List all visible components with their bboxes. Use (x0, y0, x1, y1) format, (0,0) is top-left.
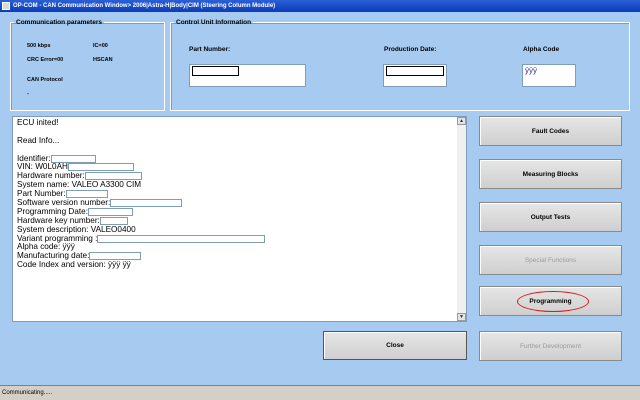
log-line-variant-programming: Variant programming : (17, 234, 457, 244)
crc-error: CRC Error=00 (27, 57, 64, 63)
bus-type: HSCAN (93, 57, 113, 63)
can-protocol: CAN Protocol (27, 77, 63, 83)
baud-rate: 500 kbps (27, 43, 51, 49)
part-number-value-box (192, 66, 239, 76)
log-textarea[interactable]: ECU inited! Read Info... Identifier: VIN… (12, 116, 467, 322)
alpha-code-value: ÿÿÿ (525, 66, 537, 75)
log-line-system-name: System name: VALEO A3300 CIM (17, 180, 142, 190)
status-bar: Communicating..... (0, 385, 640, 400)
part-number-label: Part Number: (189, 46, 231, 53)
control-unit-info-legend: Control Unit Information (176, 19, 252, 26)
scroll-up-icon[interactable]: ▲ (457, 117, 466, 125)
close-button[interactable]: Close (323, 331, 467, 360)
fault-codes-button[interactable]: Fault Codes (479, 116, 622, 146)
log-line-read-info: Read Info... (17, 135, 60, 145)
output-tests-button[interactable]: Output Tests (479, 202, 622, 232)
special-functions-button[interactable]: Special Functions (479, 245, 622, 275)
highlight-ring (517, 291, 589, 312)
programming-button[interactable]: Programming (479, 286, 622, 316)
production-date-label: Production Date: (384, 46, 437, 53)
log-line-ecu-inited: ECU inited! (17, 118, 59, 127)
log-line-identifier: Identifier: (17, 154, 457, 164)
window-title: OP-COM - CAN Communication Window> 2006|… (13, 3, 276, 9)
communication-parameters-legend: Communication parameters (16, 19, 102, 26)
protocol-detail: - (27, 91, 29, 97)
further-development-button[interactable]: Further Development (479, 331, 622, 361)
communication-parameters-group: Communication parameters (10, 19, 165, 111)
log-scrollbar[interactable]: ▲ ▼ (457, 117, 466, 321)
measuring-blocks-button[interactable]: Measuring Blocks (479, 159, 622, 189)
scroll-down-icon[interactable]: ▼ (457, 313, 466, 321)
ic-value: IC=00 (93, 43, 108, 49)
production-date-value-box (386, 66, 444, 76)
title-bar: OP-COM - CAN Communication Window> 2006|… (0, 0, 640, 12)
alpha-code-label: Alpha Code (523, 46, 560, 53)
status-text: Communicating..... (2, 390, 53, 396)
app-icon (2, 2, 10, 10)
log-line-code-index: Code Index and version: ÿÿÿ ÿÿ (17, 260, 131, 270)
